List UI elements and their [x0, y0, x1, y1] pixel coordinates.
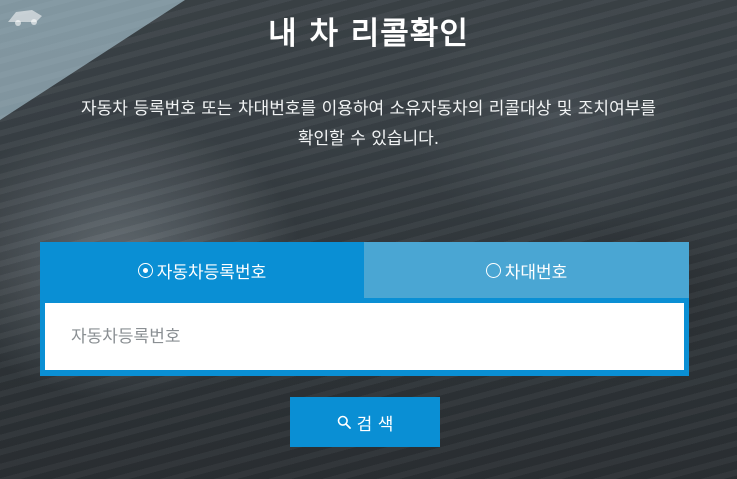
description-line-2: 확인할 수 있습니다. — [297, 129, 440, 149]
tab-label: 차대번호 — [504, 262, 568, 283]
page-title: 내 차 리콜확인 — [268, 16, 469, 52]
search-input[interactable] — [45, 303, 684, 370]
search-type-tabs: 자동차등록번호 차대번호 — [40, 242, 689, 298]
search-input-frame — [40, 298, 689, 376]
tab-label: 자동차등록번호 — [156, 262, 267, 283]
description-line-1: 자동차 등록번호 또는 차대번호를 이용하여 소유자동차의 리콜대상 및 조치여… — [81, 99, 656, 119]
tab-registration-number[interactable]: 자동차등록번호 — [40, 242, 364, 298]
search-icon — [337, 415, 351, 429]
search-button-label: 검 색 — [356, 414, 394, 435]
radio-selected-icon — [137, 262, 153, 278]
page-description: 자동차 등록번호 또는 차대번호를 이용하여 소유자동차의 리콜대상 및 조치여… — [30, 94, 707, 154]
tab-vin[interactable]: 차대번호 — [364, 242, 689, 298]
search-button[interactable]: 검 색 — [290, 397, 440, 447]
radio-unselected-icon — [485, 262, 501, 278]
